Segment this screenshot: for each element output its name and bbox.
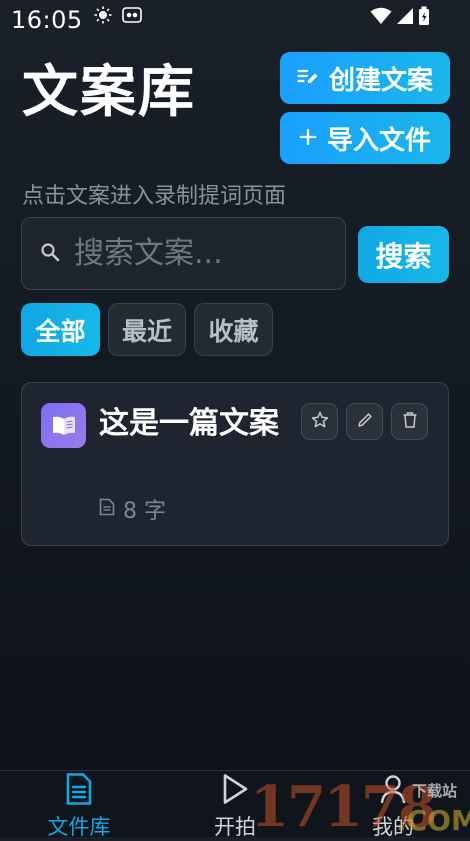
plus-icon	[299, 123, 317, 153]
nav-mine[interactable]: 我的	[333, 771, 453, 839]
favorite-button[interactable]	[301, 403, 338, 440]
profile-icon	[379, 773, 407, 809]
status-icons-left	[94, 6, 142, 28]
delete-button[interactable]	[391, 403, 428, 440]
wifi-icon	[370, 7, 392, 29]
tab-recent[interactable]: 最近	[108, 303, 186, 356]
word-count: 8 字	[123, 499, 166, 524]
nav-mine-label: 我的	[372, 815, 414, 839]
nav-library[interactable]: 文件库	[19, 771, 139, 839]
page-subtitle: 点击文案进入录制提词页面	[22, 184, 287, 209]
tab-favorites[interactable]: 收藏	[194, 303, 273, 356]
signal-icon	[396, 7, 414, 29]
bottom-nav: 文件库 开拍 我的	[0, 770, 470, 839]
page-title: 文案库	[22, 60, 196, 125]
search-button[interactable]: 搜索	[358, 226, 449, 283]
tab-all[interactable]: 全部	[21, 303, 100, 356]
create-document-label: 创建文案	[328, 65, 433, 96]
brightness-icon	[94, 6, 112, 28]
search-icon	[40, 242, 60, 266]
import-file-button[interactable]: 导入文件	[280, 112, 450, 164]
nav-library-label: 文件库	[47, 815, 111, 839]
pencil-icon	[356, 411, 374, 433]
battery-icon	[418, 6, 430, 30]
trash-icon	[401, 411, 419, 433]
star-icon	[311, 411, 329, 433]
document-icon	[65, 773, 93, 809]
edit-button[interactable]	[346, 403, 383, 440]
text-file-icon	[99, 497, 115, 522]
nav-shoot[interactable]: 开拍	[175, 771, 295, 839]
search-box	[21, 217, 449, 290]
status-time: 16:05	[11, 6, 83, 34]
sync-icon	[122, 6, 142, 28]
edit-list-icon	[297, 63, 319, 93]
document-title: 这是一篇文案	[99, 406, 279, 441]
status-bar: 16:05	[0, 0, 470, 40]
status-icons-right	[370, 6, 430, 30]
nav-shoot-label: 开拍	[214, 815, 256, 839]
import-file-label: 导入文件	[326, 125, 431, 156]
document-meta: 8 字	[99, 493, 166, 525]
document-card[interactable]: 这是一篇文案 8 字	[21, 382, 449, 546]
create-document-button[interactable]: 创建文案	[280, 52, 450, 104]
book-icon	[41, 403, 86, 448]
play-icon	[221, 773, 249, 809]
